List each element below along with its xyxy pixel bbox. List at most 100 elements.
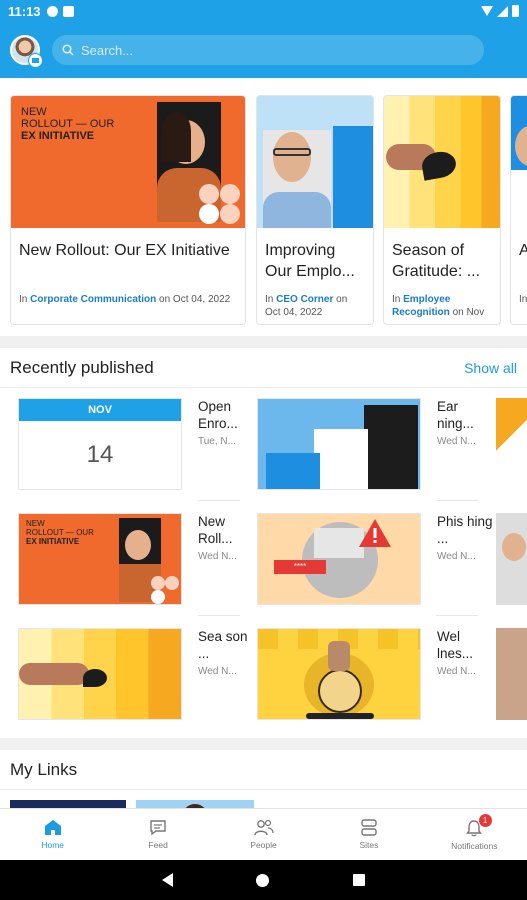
warning-icon: [359, 519, 391, 547]
item-divider: [198, 615, 240, 616]
partial-thumb: [496, 513, 527, 605]
calendar-day: 14: [86, 441, 114, 468]
status-bar: 11:13: [0, 0, 527, 22]
home-button-icon[interactable]: [256, 873, 270, 887]
meta-in: In: [392, 294, 401, 305]
recent-date: Wed N...: [198, 551, 237, 562]
nav-people[interactable]: People: [211, 809, 316, 860]
featured-title: New Rollout: Our EX Initiative: [19, 242, 230, 259]
item-divider: [436, 615, 478, 616]
meta-date: on Oct 04, 2022: [159, 294, 231, 305]
featured-card[interactable]: A M In R: [510, 95, 527, 325]
featured-image-partial: [511, 96, 527, 228]
recent-title: New Roll...: [198, 514, 233, 546]
rollout-thumb: NEW ROLLOUT — OUR EX INITIATIVE: [18, 513, 182, 605]
featured-meta: In Employee Recognition on Nov: [392, 293, 492, 319]
section-title: Recently published: [10, 357, 154, 377]
nav-label: Home: [41, 840, 65, 850]
home-icon: [44, 820, 61, 835]
featured-card[interactable]: Improving Our Emplo... In CEO Corner on …: [256, 95, 374, 325]
image-text-line: EX INITIATIVE: [21, 130, 95, 142]
calendar-thumb: NOV 14: [18, 398, 182, 490]
wellness-thumb: [257, 628, 421, 720]
section-header: My Links: [0, 750, 527, 790]
meta-in: In: [519, 294, 527, 305]
status-time: 11:13: [8, 3, 41, 19]
recent-item[interactable]: Wel lnes... Wed N...: [257, 628, 497, 720]
featured-image-rollout: NEW ROLLOUT — OUR EX INITIATIVE: [11, 96, 245, 228]
recent-date: Tue, N...: [198, 436, 236, 447]
notification-badge: 1: [478, 814, 492, 827]
sim-card-icon: [62, 5, 74, 17]
image-text-line: NEW: [26, 519, 45, 528]
nav-home[interactable]: Home: [0, 809, 105, 860]
featured-title: Improving Our Emplo...: [265, 242, 355, 280]
featured-card[interactable]: NEW ROLLOUT — OUR EX INITIATIVE New Roll…: [10, 95, 246, 325]
nav-label: Feed: [148, 840, 168, 850]
meta-date: on Nov: [452, 307, 485, 318]
nav-sites[interactable]: Sites: [316, 809, 421, 860]
category-link[interactable]: Employee Recognition: [392, 294, 450, 318]
featured-carousel[interactable]: NEW ROLLOUT — OUR EX INITIATIVE New Roll…: [0, 78, 527, 336]
image-text-line: ROLLOUT — OUR: [26, 528, 94, 537]
item-divider: [436, 500, 478, 501]
recent-title: Sea son ...: [198, 629, 248, 661]
nav-notifications[interactable]: 1 Notifications: [422, 809, 527, 860]
recent-title: Phis hing ...: [437, 514, 493, 546]
recents-icon[interactable]: [353, 874, 366, 886]
recent-item[interactable]: NOV 14 Open Enro... Tue, N...: [18, 398, 258, 490]
featured-title: A M: [519, 240, 527, 284]
main-content[interactable]: NEW ROLLOUT — OUR EX INITIATIVE New Roll…: [0, 78, 527, 808]
people-icon: [253, 819, 274, 836]
partial-thumb: [496, 398, 527, 490]
featured-card[interactable]: Season of Gratitude: ... In Employee Rec…: [383, 95, 501, 325]
featured-image-gratitude: [384, 96, 500, 228]
recently-published-section: Recently published Show all NOV 14 Open …: [0, 348, 527, 738]
bottom-navigation: Home Feed People Sites 1 Notifications: [0, 808, 527, 860]
recent-item[interactable]: Ear ning... Wed N...: [257, 398, 497, 490]
signal-icon: [497, 5, 508, 17]
category-link[interactable]: CEO Corner: [276, 294, 333, 305]
section-divider: [0, 336, 527, 348]
search-bar[interactable]: [52, 35, 484, 65]
image-text-line: NEW: [21, 106, 47, 118]
partial-thumb: [496, 628, 527, 720]
sites-icon: [361, 819, 377, 836]
gratitude-thumb: [18, 628, 182, 720]
link-card[interactable]: [136, 800, 254, 808]
image-text-line: EX INITIATIVE: [26, 537, 80, 546]
recent-title: Wel lnes...: [437, 629, 474, 661]
nav-label: Notifications: [451, 840, 498, 851]
show-all-link[interactable]: Show all: [464, 360, 517, 376]
featured-image-ceo: [257, 96, 373, 228]
feed-icon: [150, 820, 166, 836]
recent-item[interactable]: **** Phis hing ... Wed N...: [257, 513, 497, 605]
recent-title: Ear ning...: [437, 399, 474, 431]
recent-title: Open Enro...: [198, 399, 238, 431]
section-header: Recently published Show all: [0, 348, 527, 388]
blocks-thumb: [257, 398, 421, 490]
link-card[interactable]: [10, 800, 126, 808]
search-icon: [62, 44, 74, 56]
avatar[interactable]: [10, 35, 43, 68]
featured-meta: In R: [519, 293, 527, 306]
section-title: My Links: [10, 759, 78, 779]
meta-in: In: [19, 294, 28, 305]
nav-label: Sites: [359, 840, 379, 850]
category-link[interactable]: Corporate Communication: [30, 294, 156, 305]
item-divider: [198, 500, 240, 501]
app-bar: [0, 22, 527, 78]
notification-p-icon: [46, 5, 58, 17]
recent-item[interactable]: NEW ROLLOUT — OUR EX INITIATIVE New Roll…: [18, 513, 258, 605]
nav-feed[interactable]: Feed: [105, 809, 210, 860]
featured-title: Season of Gratitude: ...: [392, 242, 481, 280]
search-input[interactable]: [81, 42, 461, 58]
system-navigation: [0, 860, 527, 900]
recent-item[interactable]: Sea son ... Wed N...: [18, 628, 258, 720]
recent-date: Wed N...: [198, 666, 237, 677]
image-text-line: ROLLOUT — OUR: [21, 118, 115, 130]
wifi-icon: [481, 6, 493, 16]
back-icon[interactable]: [161, 873, 173, 887]
featured-meta: In Corporate Communication on Oct 04, 20…: [19, 293, 237, 306]
my-links-section: My Links: [0, 750, 527, 808]
